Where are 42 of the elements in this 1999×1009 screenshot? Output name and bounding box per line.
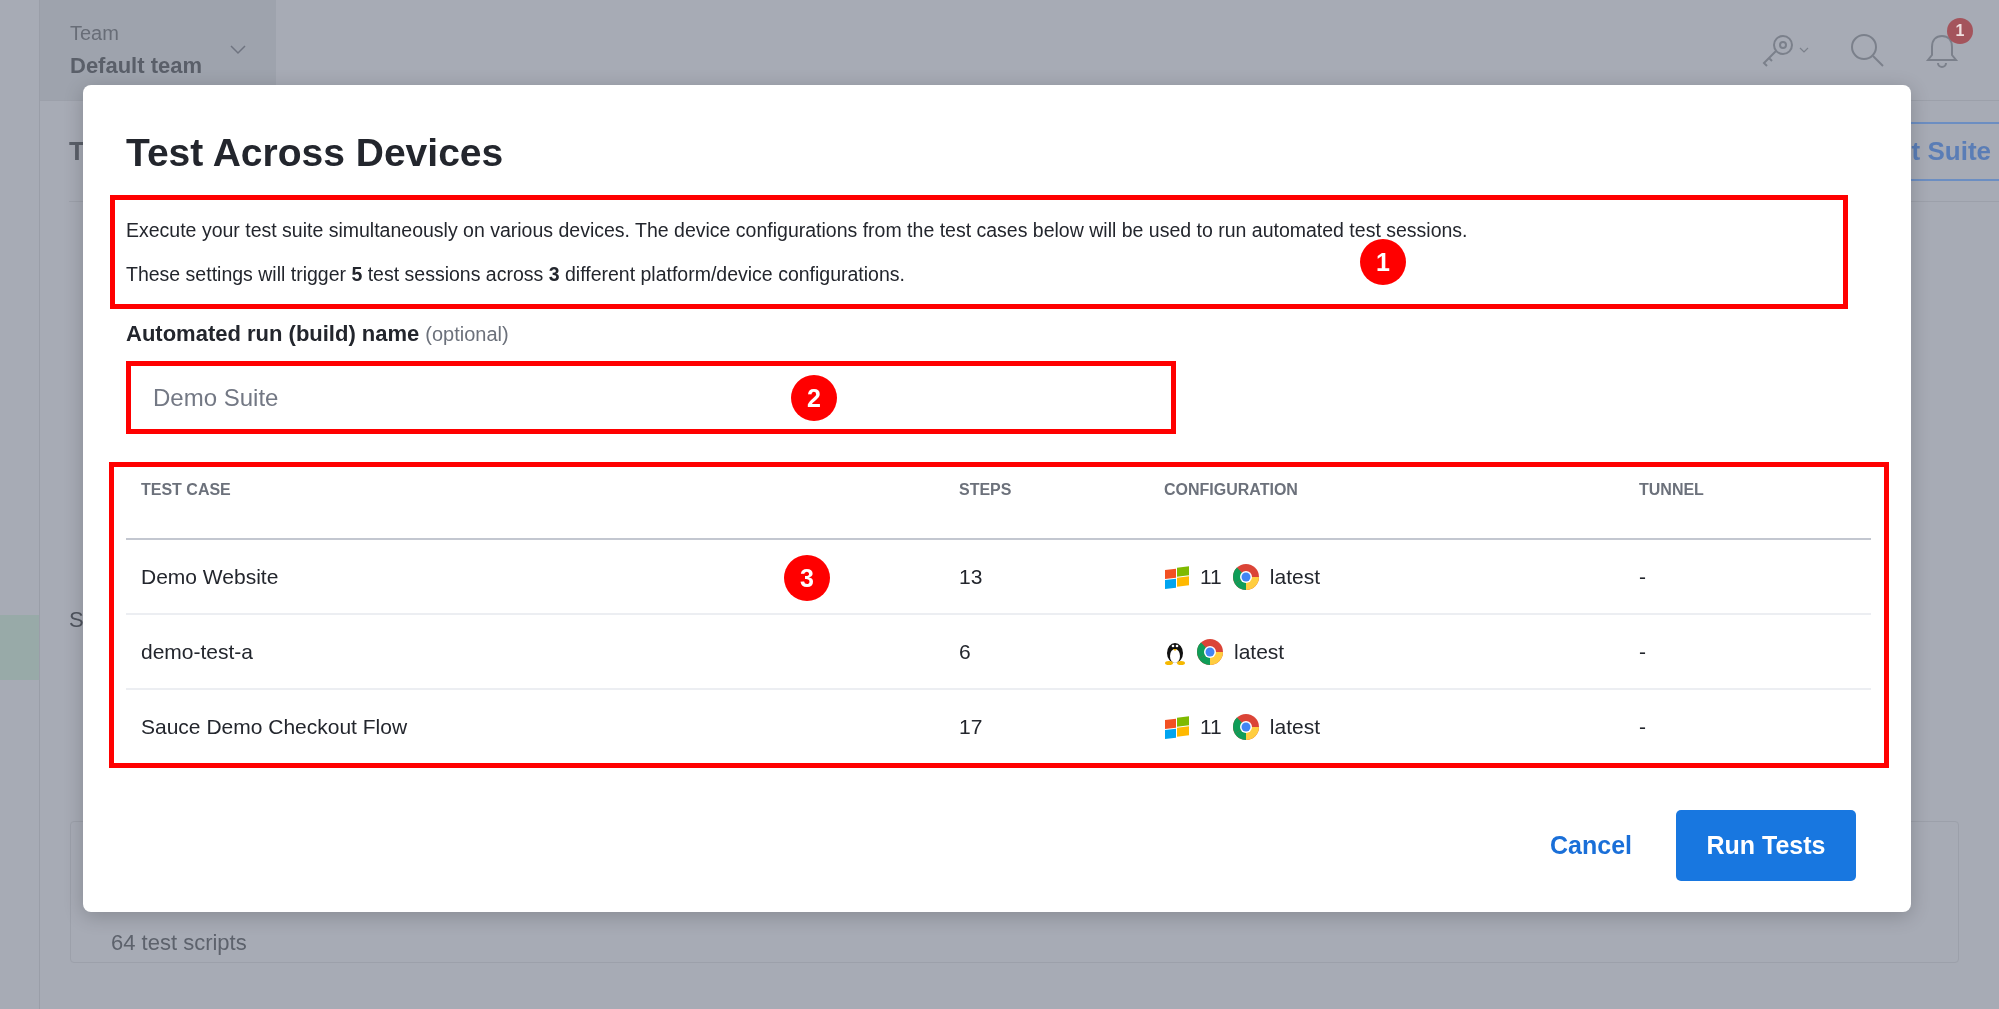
search-icon[interactable] — [1849, 32, 1885, 68]
annotation-marker: 3 — [784, 555, 830, 601]
card-text: 64 test scripts — [111, 930, 247, 956]
column-header: STEPS — [958, 481, 1013, 499]
browser-version: latest — [1269, 564, 1320, 589]
browser-version: latest — [1269, 714, 1320, 739]
build-name-field[interactable]: Demo Suite — [131, 383, 713, 412]
key-menu[interactable] — [1761, 33, 1809, 67]
table-cell: 6 — [959, 639, 971, 664]
section-title: S — [69, 607, 84, 633]
table-cell: - — [1639, 564, 1646, 589]
optional-hint: (optional) — [425, 323, 509, 346]
browser-version: latest — [1234, 639, 1285, 664]
chevron-down-icon — [1799, 47, 1809, 53]
notification-badge: 1 — [1947, 18, 1973, 44]
chevron-down-icon — [230, 45, 246, 55]
os-version: 11 — [1200, 714, 1222, 739]
chrome-logo-icon — [1231, 712, 1260, 741]
table-cell: - — [1639, 714, 1646, 739]
key-icon — [1761, 33, 1795, 67]
chrome-logo-icon — [1196, 637, 1224, 666]
chrome-logo-icon — [1231, 562, 1260, 591]
column-header: TEST CASE — [140, 481, 232, 499]
windows-logo-icon — [1164, 564, 1190, 589]
annotation-marker: 1 — [1360, 239, 1406, 285]
table-cell: - — [1639, 639, 1646, 664]
run-tests-button[interactable]: Run Tests — [1676, 810, 1856, 881]
dialog-title: Test Across Devices — [126, 131, 505, 175]
table-cell: Sauce Demo Checkout Flow — [141, 714, 408, 739]
annotation-marker: 2 — [791, 375, 837, 421]
table-cell: 13 — [959, 564, 983, 589]
table-cell: 17 — [959, 714, 983, 739]
column-header: CONFIGURATION — [1163, 481, 1299, 499]
column-header: TUNNEL — [1638, 481, 1705, 499]
windows-logo-icon — [1164, 714, 1190, 739]
table-cell: demo-test-a — [141, 639, 254, 664]
os-version: 11 — [1200, 564, 1222, 589]
team-name: Default team — [70, 52, 203, 79]
description-text: These settings will trigger 5 test sessions across 3 different platform/device configurations. — [126, 262, 905, 287]
table-cell: Demo Website — [141, 564, 279, 589]
cancel-button[interactable]: Cancel — [1550, 821, 1632, 870]
field-label: Automated run (build) name — [126, 321, 420, 347]
